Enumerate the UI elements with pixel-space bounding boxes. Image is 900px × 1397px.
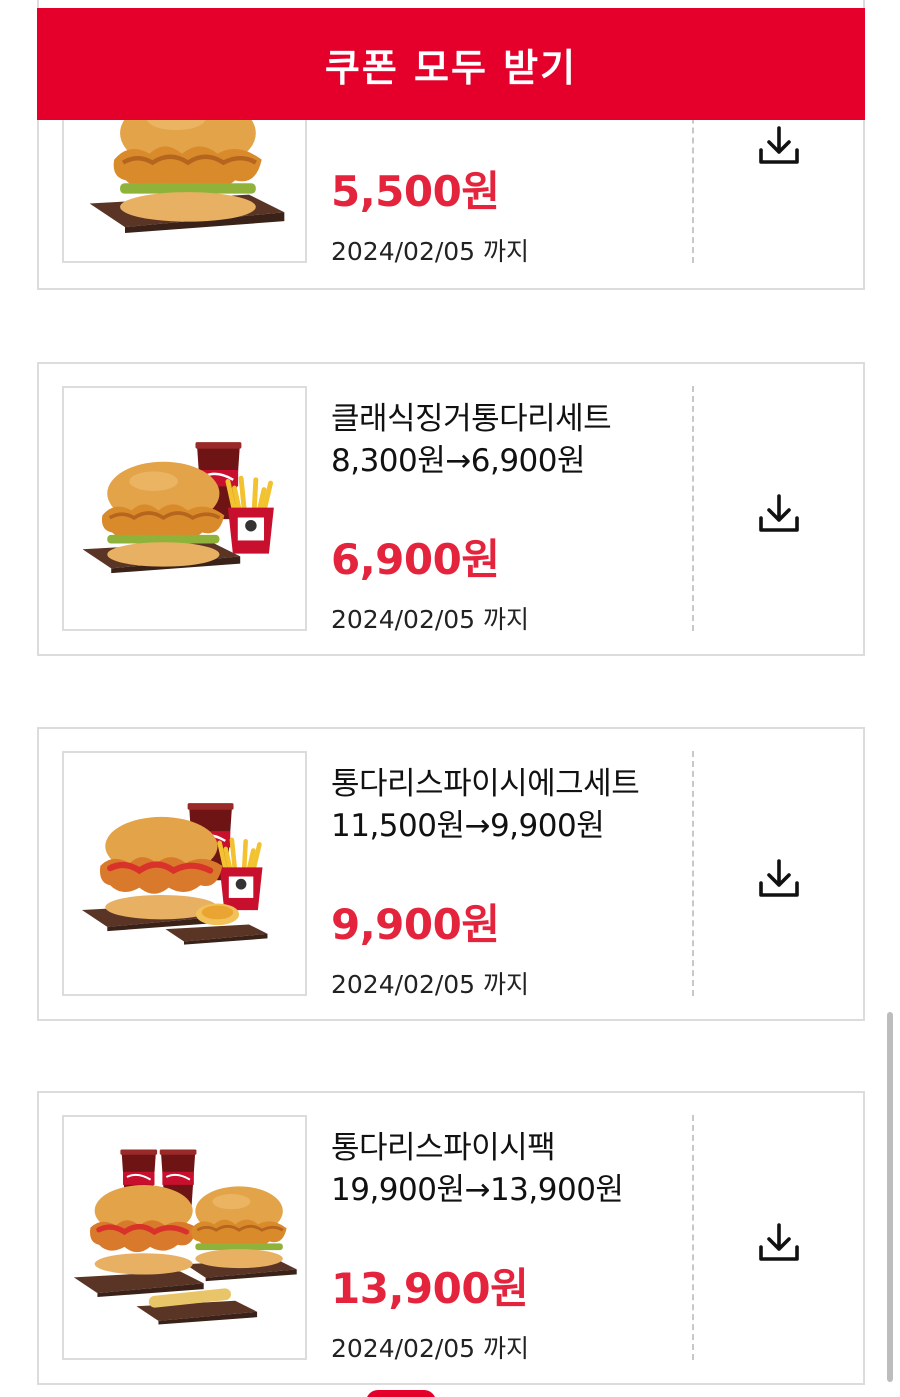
download-icon (755, 1219, 803, 1267)
download-icon (755, 855, 803, 903)
download-coupon-button[interactable] (751, 851, 807, 907)
coupon-price: 13,900원 (331, 1264, 529, 1313)
download-icon (755, 122, 803, 170)
coupon-name: 통다리스파이시팩 (331, 1130, 556, 1166)
coupon-image-spicy-egg-set (62, 751, 307, 996)
coupon-original-price: 11,500원→9,900원 (331, 808, 605, 844)
claim-all-coupons-button[interactable]: 쿠폰 모두 받기 (37, 8, 865, 120)
coupon-valid-until: 2024/02/05 까지 (331, 1334, 530, 1363)
coupon-name: 통다리스파이시에그세트 (331, 766, 640, 802)
coupon-name: 클래식징거통다리세트 (331, 401, 612, 437)
coupon-valid-until: 2024/02/05 까지 (331, 605, 530, 634)
download-icon (755, 490, 803, 538)
coupon-valid-until: 2024/02/05 까지 (331, 237, 530, 266)
coupon-original-price: 19,900원→13,900원 (331, 1172, 624, 1208)
vertical-scrollbar[interactable] (887, 1012, 893, 1382)
coupon-image-burger-set (62, 386, 307, 631)
download-coupon-button[interactable] (751, 486, 807, 542)
coupon-image-spicy-pack (62, 1115, 307, 1360)
coupon-price: 6,900원 (331, 535, 500, 584)
coupon-original-price: 8,300원→6,900원 (331, 443, 586, 479)
coupon-price: 9,900원 (331, 900, 500, 949)
coupon-divider (692, 751, 694, 996)
floating-button-peek[interactable] (366, 1390, 436, 1397)
download-coupon-button[interactable] (751, 118, 807, 174)
coupon-card: 클래식징거통다리세트 8,300원→6,900원 6,900원 2024/02/… (37, 362, 865, 656)
coupon-divider (692, 1115, 694, 1360)
coupon-divider (692, 386, 694, 631)
coupon-valid-until: 2024/02/05 까지 (331, 970, 530, 999)
coupon-card: 통다리스파이시팩 19,900원→13,900원 13,900원 2024/02… (37, 1091, 865, 1385)
download-coupon-button[interactable] (751, 1215, 807, 1271)
coupon-price: 5,500원 (331, 167, 500, 216)
coupon-card: 통다리스파이시에그세트 11,500원→9,900원 9,900원 2024/0… (37, 727, 865, 1021)
